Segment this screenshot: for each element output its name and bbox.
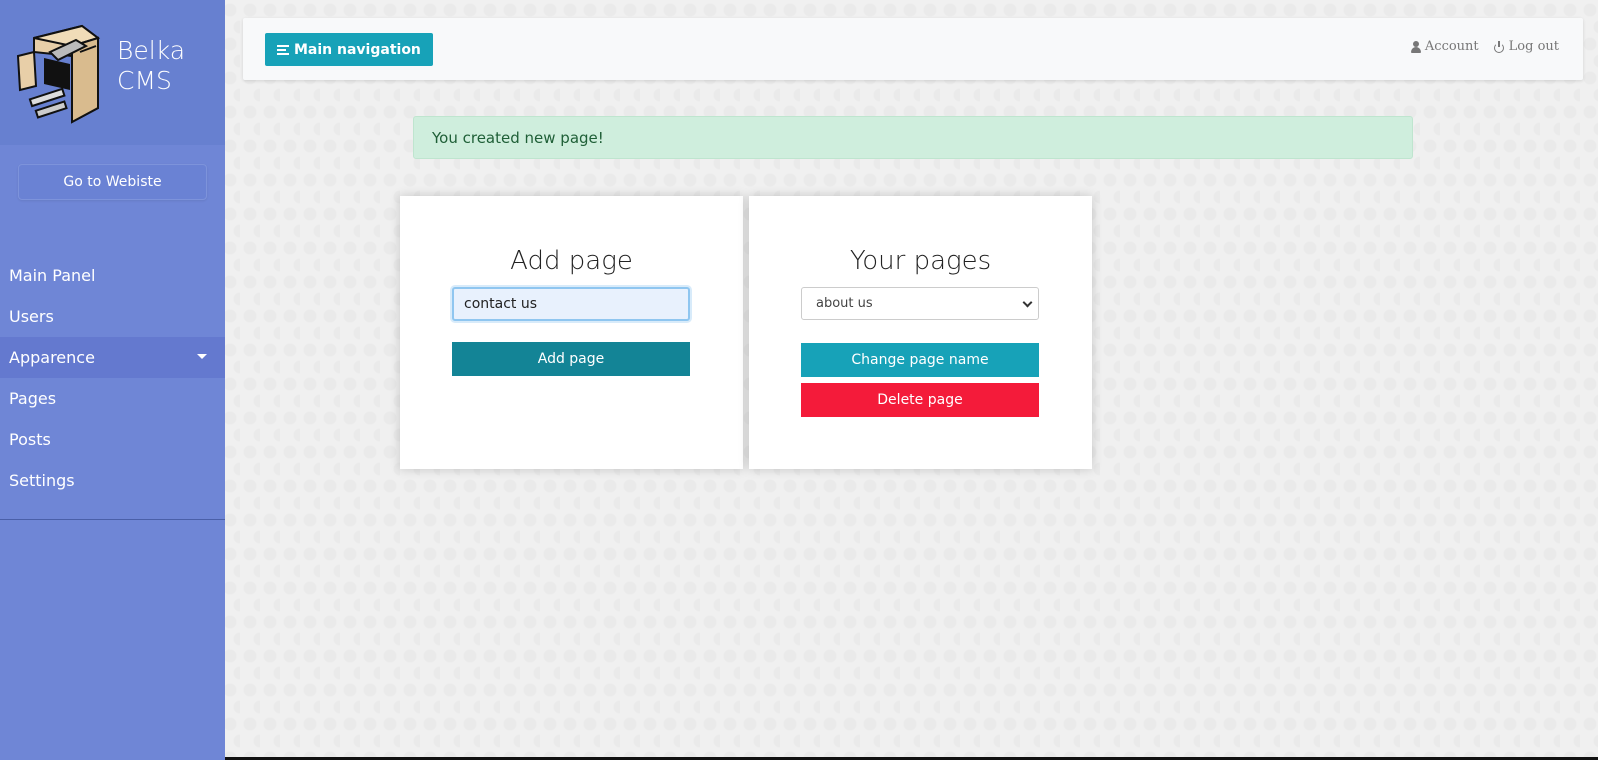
main-navigation-button[interactable]: Main navigation [265,33,433,66]
add-page-button[interactable]: Add page [452,342,690,376]
menu-lines-icon [277,44,289,55]
sidebar-item-posts[interactable]: Posts [0,419,225,460]
add-page-card: Add page Add page [400,196,743,469]
top-navbar: Main navigation Account Log out [243,18,1583,80]
sidebar-item-main-panel[interactable]: Main Panel [0,255,225,296]
sidebar: Belka CMS Go to Webiste Main Panel Users… [0,0,225,760]
chevron-down-icon [1022,297,1033,308]
user-icon [1410,40,1421,53]
sidebar-item-users[interactable]: Users [0,296,225,337]
sidebar-item-pages[interactable]: Pages [0,378,225,419]
change-page-name-button[interactable]: Change page name [801,343,1039,377]
logout-link[interactable]: Log out [1493,39,1559,54]
top-links: Account Log out [1410,39,1559,54]
brand-name: Belka CMS [117,36,185,96]
account-link[interactable]: Account [1410,39,1479,54]
delete-page-button[interactable]: Delete page [801,383,1039,417]
caret-down-icon [197,354,207,359]
sidebar-nav: Main Panel Users Apparence Pages Posts S… [0,255,225,501]
power-icon [1493,40,1505,53]
sidebar-item-label: Users [9,307,54,326]
success-alert: You created new page! [413,116,1413,159]
account-label: Account [1424,39,1479,54]
brand-line-1: Belka [117,36,186,65]
sidebar-item-label: Pages [9,389,57,408]
sidebar-divider [0,519,225,520]
your-pages-card: Your pages about us Change page name Del… [749,196,1092,469]
page-select[interactable]: about us [801,287,1039,320]
sidebar-item-label: Posts [9,430,51,449]
add-page-title: Add page [510,246,633,276]
page-name-input[interactable] [452,287,690,321]
sidebar-item-label: Settings [9,471,75,490]
sidebar-item-apparence[interactable]: Apparence [0,337,225,378]
brand: Belka CMS [0,0,225,145]
selected-page-value: about us [816,296,873,311]
alert-message: You created new page! [432,128,604,147]
brand-line-2: CMS [117,66,172,95]
belka-logo-icon [16,24,101,124]
sidebar-item-label: Main Panel [9,266,96,285]
main-navigation-label: Main navigation [294,41,421,58]
your-pages-title: Your pages [849,246,992,276]
go-to-website-button[interactable]: Go to Webiste [18,164,207,200]
sidebar-item-settings[interactable]: Settings [0,460,225,501]
logout-label: Log out [1508,39,1559,54]
sidebar-item-label: Apparence [9,348,95,367]
